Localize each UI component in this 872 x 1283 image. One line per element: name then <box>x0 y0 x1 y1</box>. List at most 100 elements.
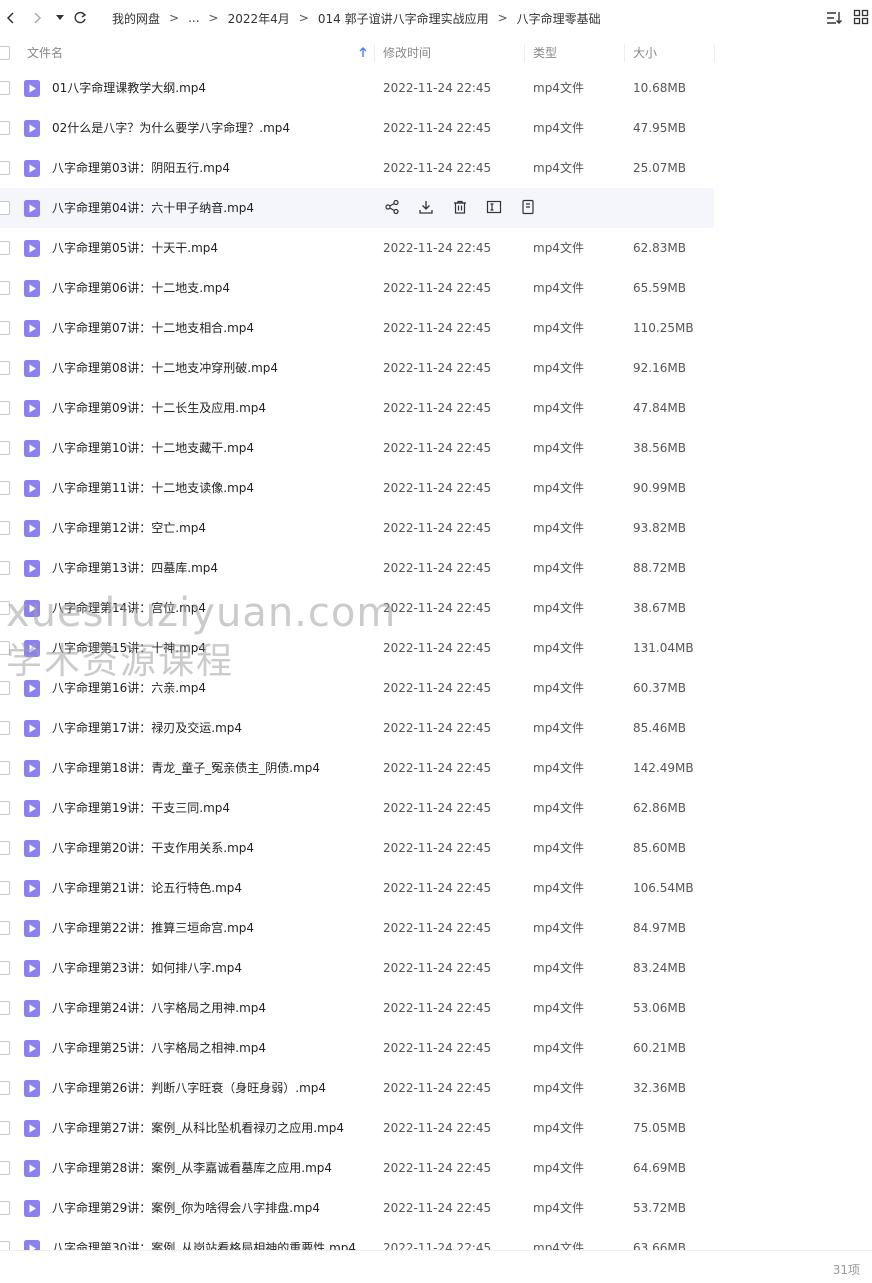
file-name[interactable]: 八字命理第10讲：十二地支藏干.mp4 <box>52 428 254 468</box>
file-name[interactable]: 八字命理第05讲：十天干.mp4 <box>52 228 218 268</box>
column-divider[interactable] <box>374 44 375 62</box>
column-divider[interactable] <box>624 44 625 62</box>
grid-view-button[interactable] <box>853 9 871 27</box>
row-checkbox[interactable] <box>0 1241 10 1250</box>
file-row[interactable]: 八字命理第28讲：案例_从李嘉诚看墓库之应用.mp4 2022-11-24 22:… <box>0 1148 872 1188</box>
row-checkbox[interactable] <box>0 81 10 95</box>
file-row[interactable]: 八字命理第18讲：青龙_童子_冤亲债主_阴债.mp4 2022-11-24 22:… <box>0 748 872 788</box>
file-name[interactable]: 八字命理第22讲：推算三垣命宫.mp4 <box>52 908 254 948</box>
file-row[interactable]: 八字命理第17讲：禄刃及交运.mp4 2022-11-24 22:45 mp4文件 8… <box>0 708 872 748</box>
file-row[interactable]: 八字命理第12讲：空亡.mp4 2022-11-24 22:45 mp4文件 93.8… <box>0 508 872 548</box>
file-row[interactable]: 八字命理第07讲：十二地支相合.mp4 2022-11-24 22:45 mp4文件… <box>0 308 872 348</box>
file-name[interactable]: 八字命理第15讲：十神.mp4 <box>52 628 206 668</box>
file-name[interactable]: 八字命理第08讲：十二地支冲穿刑破.mp4 <box>52 348 278 388</box>
row-checkbox[interactable] <box>0 361 10 375</box>
file-name[interactable]: 八字命理第24讲：八字格局之用神.mp4 <box>52 988 266 1028</box>
file-name[interactable]: 八字命理第21讲：论五行特色.mp4 <box>52 868 242 908</box>
column-divider[interactable] <box>524 44 525 62</box>
breadcrumb-item-month[interactable]: 2022年4月 <box>228 10 290 27</box>
breadcrumb-item-current[interactable]: 八字命理零基础 <box>517 10 601 27</box>
delete-button[interactable] <box>451 199 469 217</box>
row-checkbox[interactable] <box>0 161 10 175</box>
share-button[interactable] <box>383 199 401 217</box>
file-name[interactable]: 八字命理第18讲：青龙_童子_冤亲债主_阴债.mp4 <box>52 748 320 788</box>
file-name[interactable]: 八字命理第17讲：禄刃及交运.mp4 <box>52 708 242 748</box>
file-row[interactable]: 八字命理第30讲：案例_从岗站看格局相神的重要性.mp4 2022-11-24 2… <box>0 1228 872 1250</box>
file-row[interactable]: 八字命理第19讲：干支三同.mp4 2022-11-24 22:45 mp4文件 62… <box>0 788 872 828</box>
file-row[interactable]: 八字命理第09讲：十二长生及应用.mp4 2022-11-24 22:45 mp4文… <box>0 388 872 428</box>
file-row[interactable]: 八字命理第24讲：八字格局之用神.mp4 2022-11-24 22:45 mp4文… <box>0 988 872 1028</box>
row-checkbox[interactable] <box>0 681 10 695</box>
file-name[interactable]: 八字命理第03讲：阴阳五行.mp4 <box>52 148 230 188</box>
column-divider[interactable] <box>714 44 715 62</box>
file-name[interactable]: 八字命理第11讲：十二地支读像.mp4 <box>52 468 254 508</box>
file-name[interactable]: 八字命理第16讲：六亲.mp4 <box>52 668 206 708</box>
file-row[interactable]: 八字命理第13讲：四墓库.mp4 2022-11-24 22:45 mp4文件 88.… <box>0 548 872 588</box>
column-header-type[interactable]: 类型 <box>533 38 557 68</box>
file-name[interactable]: 八字命理第28讲：案例_从李嘉诚看墓库之应用.mp4 <box>52 1148 332 1188</box>
forward-button[interactable] <box>26 7 48 29</box>
file-name[interactable]: 八字命理第25讲：八字格局之相神.mp4 <box>52 1028 266 1068</box>
row-checkbox[interactable] <box>0 721 10 735</box>
file-name[interactable]: 八字命理第27讲：案例_从科比坠机看禄刃之应用.mp4 <box>52 1108 344 1148</box>
file-row[interactable]: 八字命理第16讲：六亲.mp4 2022-11-24 22:45 mp4文件 60.3… <box>0 668 872 708</box>
file-row[interactable]: 八字命理第05讲：十天干.mp4 2022-11-24 22:45 mp4文件 62.… <box>0 228 872 268</box>
more-button[interactable] <box>519 199 537 217</box>
file-name[interactable]: 八字命理第26讲：判断八字旺衰（身旺身弱）.mp4 <box>52 1068 326 1108</box>
row-checkbox[interactable] <box>0 321 10 335</box>
file-row[interactable]: 八字命理第14讲：宫位.mp4 2022-11-24 22:45 mp4文件 38.6… <box>0 588 872 628</box>
file-name[interactable]: 01八字命理课教学大纲.mp4 <box>52 68 206 108</box>
row-checkbox[interactable] <box>0 481 10 495</box>
column-header-name[interactable]: 文件名 <box>27 38 63 68</box>
breadcrumb-item-course[interactable]: 014 郭子谊讲八字命理实战应用 <box>318 10 489 27</box>
history-dropdown-button[interactable] <box>49 7 71 29</box>
file-name[interactable]: 八字命理第06讲：十二地支.mp4 <box>52 268 230 308</box>
back-button[interactable] <box>0 7 22 29</box>
file-row[interactable]: 八字命理第23讲：如何排八字.mp4 2022-11-24 22:45 mp4文件 8… <box>0 948 872 988</box>
file-row[interactable]: 八字命理第25讲：八字格局之相神.mp4 2022-11-24 22:45 mp4文… <box>0 1028 872 1068</box>
file-row[interactable]: 02什么是八字？为什么要学八字命理？.mp4 2022-11-24 22:45 mp… <box>0 108 872 148</box>
file-row[interactable]: 八字命理第06讲：十二地支.mp4 2022-11-24 22:45 mp4文件 65… <box>0 268 872 308</box>
breadcrumb-item-my-disk[interactable]: 我的网盘 <box>112 10 160 27</box>
download-button[interactable] <box>417 199 435 217</box>
file-name[interactable]: 八字命理第07讲：十二地支相合.mp4 <box>52 308 254 348</box>
file-row[interactable]: 八字命理第08讲：十二地支冲穿刑破.mp4 2022-11-24 22:45 mp4… <box>0 348 872 388</box>
refresh-button[interactable] <box>69 7 91 29</box>
breadcrumb-item-ellipsis[interactable]: ... <box>188 11 199 25</box>
row-checkbox[interactable] <box>0 441 10 455</box>
row-checkbox[interactable] <box>0 641 10 655</box>
file-name[interactable]: 八字命理第20讲：干支作用关系.mp4 <box>52 828 254 868</box>
file-row[interactable]: 01八字命理课教学大纲.mp4 2022-11-24 22:45 mp4文件 10.6… <box>0 68 872 108</box>
select-all-checkbox[interactable] <box>0 46 10 60</box>
file-name[interactable]: 八字命理第09讲：十二长生及应用.mp4 <box>52 388 266 428</box>
file-name[interactable]: 八字命理第19讲：干支三同.mp4 <box>52 788 230 828</box>
file-name[interactable]: 八字命理第12讲：空亡.mp4 <box>52 508 206 548</box>
file-row[interactable]: 八字命理第11讲：十二地支读像.mp4 2022-11-24 22:45 mp4文件… <box>0 468 872 508</box>
file-name[interactable]: 八字命理第13讲：四墓库.mp4 <box>52 548 218 588</box>
row-checkbox[interactable] <box>0 1081 10 1095</box>
row-checkbox[interactable] <box>0 841 10 855</box>
file-name[interactable]: 八字命理第04讲：六十甲子纳音.mp4 <box>52 188 254 228</box>
file-row[interactable]: 八字命理第29讲：案例_你为啥得会八字排盘.mp4 2022-11-24 22:4… <box>0 1188 872 1228</box>
row-checkbox[interactable] <box>0 881 10 895</box>
file-row[interactable]: 八字命理第03讲：阴阳五行.mp4 2022-11-24 22:45 mp4文件 25… <box>0 148 872 188</box>
file-name[interactable]: 八字命理第30讲：案例_从岗站看格局相神的重要性.mp4 <box>52 1228 356 1250</box>
row-checkbox[interactable] <box>0 201 10 215</box>
row-checkbox[interactable] <box>0 1121 10 1135</box>
file-name[interactable]: 02什么是八字？为什么要学八字命理？.mp4 <box>52 108 290 148</box>
row-checkbox[interactable] <box>0 121 10 135</box>
file-row[interactable]: 八字命理第20讲：干支作用关系.mp4 2022-11-24 22:45 mp4文件… <box>0 828 872 868</box>
file-row[interactable]: 八字命理第27讲：案例_从科比坠机看禄刃之应用.mp4 2022-11-24 22… <box>0 1108 872 1148</box>
file-row[interactable]: 八字命理第10讲：十二地支藏干.mp4 2022-11-24 22:45 mp4文件… <box>0 428 872 468</box>
row-checkbox[interactable] <box>0 281 10 295</box>
file-row[interactable]: 八字命理第15讲：十神.mp4 2022-11-24 22:45 mp4文件 131.… <box>0 628 872 668</box>
sort-menu-button[interactable] <box>825 9 843 27</box>
row-checkbox[interactable] <box>0 241 10 255</box>
row-checkbox[interactable] <box>0 761 10 775</box>
row-checkbox[interactable] <box>0 921 10 935</box>
row-checkbox[interactable] <box>0 1161 10 1175</box>
file-row[interactable]: 八字命理第21讲：论五行特色.mp4 2022-11-24 22:45 mp4文件 1… <box>0 868 872 908</box>
column-header-modified[interactable]: 修改时间 <box>383 38 431 68</box>
row-checkbox[interactable] <box>0 1041 10 1055</box>
row-checkbox[interactable] <box>0 801 10 815</box>
